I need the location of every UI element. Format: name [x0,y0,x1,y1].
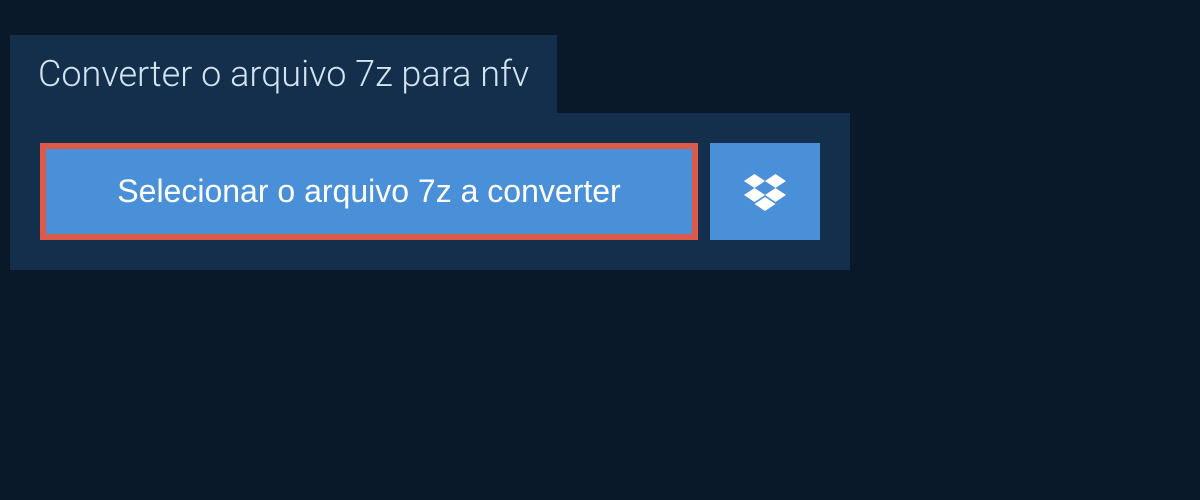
page-title: Converter o arquivo 7z para nfv [10,35,557,113]
dropbox-button[interactable] [710,143,820,240]
main-container: Converter o arquivo 7z para nfv Selecion… [0,0,1200,270]
upload-panel: Selecionar o arquivo 7z a converter [10,113,850,270]
select-file-label: Selecionar o arquivo 7z a converter [117,173,620,210]
select-file-button[interactable]: Selecionar o arquivo 7z a converter [40,143,698,240]
page-title-text: Converter o arquivo 7z para nfv [38,53,529,95]
dropbox-icon [744,171,786,213]
